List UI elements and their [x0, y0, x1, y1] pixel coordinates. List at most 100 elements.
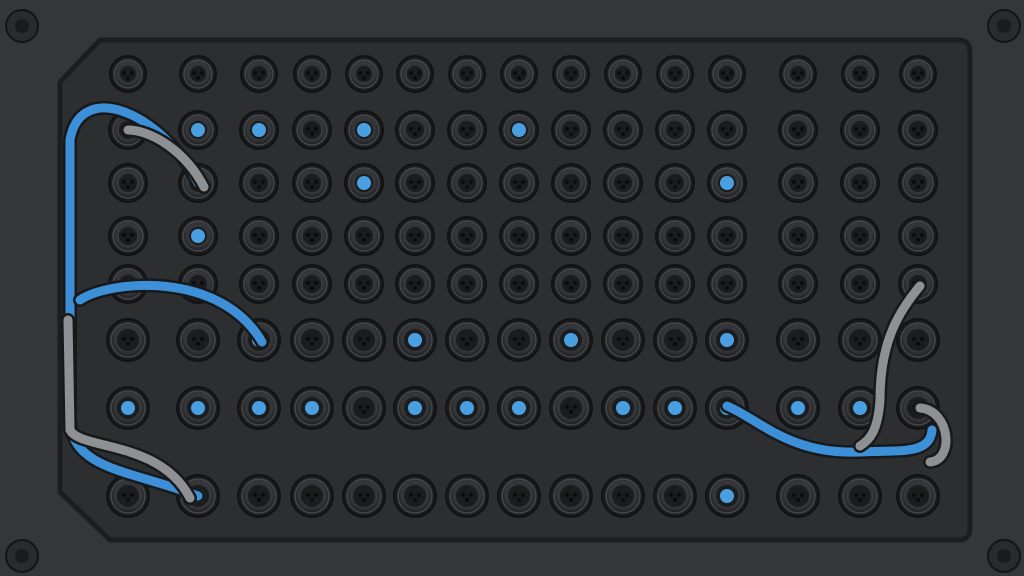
jack-hole-A3[interactable]: [108, 163, 148, 203]
jack-hole-K5[interactable]: [655, 264, 695, 304]
jack-hole-M5[interactable]: [778, 264, 818, 304]
jack-hole-E4[interactable]: [344, 216, 384, 256]
jack-hole-J8[interactable]: [601, 474, 645, 518]
jack-hole-I4[interactable]: [551, 216, 591, 256]
jack-hole-G2[interactable]: [447, 110, 487, 150]
jack-hole-L5[interactable]: [707, 264, 747, 304]
jack-hole-F1[interactable]: [396, 55, 434, 93]
jack-hole-G6[interactable]: [445, 318, 489, 362]
jack-hole-C3[interactable]: [239, 163, 279, 203]
jack-hole-L2[interactable]: [707, 110, 747, 150]
jack-hole-A4[interactable]: [108, 216, 148, 256]
jack-hole-N1[interactable]: [841, 55, 879, 93]
jack-hole-E3[interactable]: [344, 163, 384, 203]
jack-hole-C8[interactable]: [237, 474, 281, 518]
jack-hole-C2[interactable]: [239, 110, 279, 150]
jack-hole-I5[interactable]: [551, 264, 591, 304]
jack-hole-I8[interactable]: [549, 474, 593, 518]
jack-hole-G3[interactable]: [447, 163, 487, 203]
jack-hole-M8[interactable]: [776, 474, 820, 518]
jack-hole-E2[interactable]: [344, 110, 384, 150]
jack-hole-D2[interactable]: [292, 110, 332, 150]
jack-hole-D1[interactable]: [293, 55, 331, 93]
jack-hole-H1[interactable]: [500, 55, 538, 93]
jack-hole-L4[interactable]: [707, 216, 747, 256]
jack-hole-N3[interactable]: [840, 163, 880, 203]
jack-hole-M1[interactable]: [779, 55, 817, 93]
jack-hole-F3[interactable]: [395, 163, 435, 203]
jack-hole-H7[interactable]: [497, 386, 541, 430]
jack-hole-H5[interactable]: [499, 264, 539, 304]
jack-hole-J5[interactable]: [603, 264, 643, 304]
jack-hole-I2[interactable]: [551, 110, 591, 150]
jack-hole-G5[interactable]: [447, 264, 487, 304]
jack-hole-H3[interactable]: [499, 163, 539, 203]
jack-hole-G8[interactable]: [445, 474, 489, 518]
jack-hole-F2[interactable]: [395, 110, 435, 150]
jack-hole-H8[interactable]: [497, 474, 541, 518]
jack-hole-A7[interactable]: [106, 386, 150, 430]
jack-hole-N8[interactable]: [838, 474, 882, 518]
jack-hole-A1[interactable]: [109, 55, 147, 93]
jack-hole-E1[interactable]: [345, 55, 383, 93]
jack-hole-M4[interactable]: [778, 216, 818, 256]
jack-hole-F8[interactable]: [393, 474, 437, 518]
jack-hole-M3[interactable]: [778, 163, 818, 203]
jack-hole-D3[interactable]: [292, 163, 332, 203]
jack-hole-K4[interactable]: [655, 216, 695, 256]
jack-hole-C4[interactable]: [239, 216, 279, 256]
jack-hole-O6[interactable]: [896, 318, 940, 362]
jack-hole-K1[interactable]: [656, 55, 694, 93]
jack-hole-N5[interactable]: [840, 264, 880, 304]
jack-hole-C5[interactable]: [239, 264, 279, 304]
jack-hole-G1[interactable]: [448, 55, 486, 93]
jack-hole-H4[interactable]: [499, 216, 539, 256]
jack-hole-E8[interactable]: [342, 474, 386, 518]
jack-hole-O2[interactable]: [898, 110, 938, 150]
jack-hole-E7[interactable]: [342, 386, 386, 430]
jack-hole-I6[interactable]: [549, 318, 593, 362]
jack-hole-B4[interactable]: [178, 216, 218, 256]
jack-hole-D6[interactable]: [290, 318, 334, 362]
jack-hole-K2[interactable]: [655, 110, 695, 150]
jack-hole-N6[interactable]: [838, 318, 882, 362]
jack-hole-C1[interactable]: [240, 55, 278, 93]
jack-hole-F4[interactable]: [395, 216, 435, 256]
jack-hole-H2[interactable]: [499, 110, 539, 150]
jack-hole-M2[interactable]: [778, 110, 818, 150]
jack-hole-L8[interactable]: [705, 474, 749, 518]
jack-hole-J6[interactable]: [601, 318, 645, 362]
jack-hole-O4[interactable]: [898, 216, 938, 256]
jack-hole-J2[interactable]: [603, 110, 643, 150]
jack-hole-E6[interactable]: [342, 318, 386, 362]
jack-hole-B7[interactable]: [176, 386, 220, 430]
jack-hole-B1[interactable]: [179, 55, 217, 93]
jack-hole-F7[interactable]: [393, 386, 437, 430]
jack-hole-K3[interactable]: [655, 163, 695, 203]
jack-hole-O8[interactable]: [896, 474, 940, 518]
jack-hole-L1[interactable]: [708, 55, 746, 93]
jack-hole-K8[interactable]: [653, 474, 697, 518]
jack-hole-A6[interactable]: [106, 318, 150, 362]
jack-hole-K6[interactable]: [653, 318, 697, 362]
jack-hole-J7[interactable]: [601, 386, 645, 430]
jack-hole-M6[interactable]: [776, 318, 820, 362]
jack-hole-I1[interactable]: [552, 55, 590, 93]
jack-hole-J1[interactable]: [604, 55, 642, 93]
jack-hole-D8[interactable]: [290, 474, 334, 518]
jack-hole-N4[interactable]: [840, 216, 880, 256]
jack-hole-G4[interactable]: [447, 216, 487, 256]
jack-hole-L3[interactable]: [707, 163, 747, 203]
jack-hole-H6[interactable]: [497, 318, 541, 362]
jack-hole-I3[interactable]: [551, 163, 591, 203]
jack-hole-J4[interactable]: [603, 216, 643, 256]
jack-hole-I7[interactable]: [549, 386, 593, 430]
jack-hole-O1[interactable]: [899, 55, 937, 93]
jack-hole-D5[interactable]: [292, 264, 332, 304]
jack-hole-F5[interactable]: [395, 264, 435, 304]
jack-hole-O3[interactable]: [898, 163, 938, 203]
jack-hole-B6[interactable]: [176, 318, 220, 362]
jack-hole-E5[interactable]: [344, 264, 384, 304]
jack-hole-L6[interactable]: [705, 318, 749, 362]
jack-hole-M7[interactable]: [776, 386, 820, 430]
